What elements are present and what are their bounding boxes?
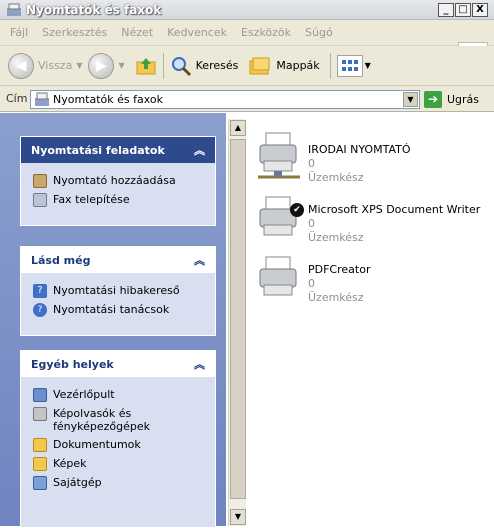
go-arrow-icon[interactable]: ➔ xyxy=(424,91,442,108)
task-pane: Nyomtatási feladatok ︽ Nyomtató hozzáadá… xyxy=(0,113,226,528)
fax-icon xyxy=(33,193,47,207)
go-button-label[interactable]: Ugrás xyxy=(447,93,479,106)
printer-list: IRODAI NYOMTATÓ 0 Üzemkész ✔ Microsoft X… xyxy=(248,113,494,526)
folders-icon[interactable] xyxy=(248,55,272,77)
up-folder-icon[interactable] xyxy=(135,55,157,77)
install-fax-link[interactable]: Fax telepítése xyxy=(33,193,205,207)
printer-status: Üzemkész xyxy=(308,171,364,184)
printer-icon xyxy=(256,251,302,301)
print-tips-link[interactable]: ? Nyomtatási tanácsok xyxy=(33,303,205,317)
printer-item[interactable]: ✔ Microsoft XPS Document Writer 0 Üzemké… xyxy=(256,191,494,251)
camera-icon xyxy=(33,407,47,421)
back-arrow-icon[interactable]: ◀ xyxy=(8,52,34,79)
forward-arrow-icon[interactable]: ▶ xyxy=(88,52,115,79)
other-places-header[interactable]: Egyéb helyek ︽ xyxy=(21,351,215,377)
maximize-button[interactable]: □ xyxy=(455,3,471,17)
printer-status: Üzemkész xyxy=(308,231,364,244)
menu-edit[interactable]: Szerkesztés xyxy=(42,26,107,39)
printer-job-count: 0 xyxy=(308,157,315,170)
print-troubleshooter-link[interactable]: ? Nyomtatási hibakereső xyxy=(33,284,205,298)
address-field[interactable]: Nyomtatók és faxok ▼ xyxy=(30,90,420,109)
see-also-panel: Lásd még ︽ ? Nyomtatási hibakereső ? Nyo… xyxy=(20,246,216,336)
printer-item[interactable]: PDFCreator 0 Üzemkész xyxy=(256,251,494,311)
see-also-title: Lásd még xyxy=(31,253,91,267)
scanners-cameras-label: Képolvasók és fényképezőgépek xyxy=(53,407,150,433)
control-panel-icon xyxy=(33,388,47,402)
pictures-link[interactable]: Képek xyxy=(33,457,205,471)
address-bar: Cím Nyomtatók és faxok ▼ ➔ Ugrás xyxy=(0,86,494,112)
print-troubleshooter-label: Nyomtatási hibakereső xyxy=(53,284,180,297)
menu-bar: Fájl Szerkesztés Nézet Kedvencek Eszközö… xyxy=(0,20,494,64)
add-printer-label: Nyomtató hozzáadása xyxy=(53,174,176,187)
printer-tasks-panel: Nyomtatási feladatok ︽ Nyomtató hozzáadá… xyxy=(20,136,216,226)
printer-job-count: 0 xyxy=(308,277,315,290)
install-fax-label: Fax telepítése xyxy=(53,193,130,206)
pictures-label: Képek xyxy=(53,457,87,470)
documents-link[interactable]: Dokumentumok xyxy=(33,438,205,452)
menu-favorites[interactable]: Kedvencek xyxy=(167,26,227,39)
scroll-down-icon[interactable]: ▼ xyxy=(230,509,246,525)
menu-help[interactable]: Súgó xyxy=(305,26,333,39)
network-printer-icon xyxy=(256,131,302,181)
menu-tools[interactable]: Eszközök xyxy=(241,26,291,39)
search-icon[interactable] xyxy=(170,55,192,77)
toolbar: ◀ Vissza ▼ ▶ ▼ Keresés Mappák ▼ xyxy=(0,46,494,86)
printer-folder-icon xyxy=(34,92,50,107)
views-icon[interactable] xyxy=(336,54,363,77)
title-bar: Nyomtatók és faxok _ □ X xyxy=(0,0,494,20)
printer-name: IRODAI NYOMTATÓ xyxy=(308,143,411,156)
printer-name: PDFCreator xyxy=(308,263,371,276)
forward-dropdown-icon[interactable]: ▼ xyxy=(118,61,124,70)
collapse-chevron-icon[interactable]: ︽ xyxy=(194,356,205,372)
see-also-header[interactable]: Lásd még ︽ xyxy=(21,247,215,273)
scanners-cameras-link[interactable]: Képolvasók és fényképezőgépek xyxy=(33,407,205,433)
printer-item[interactable]: IRODAI NYOMTATÓ 0 Üzemkész xyxy=(256,131,494,191)
menu-view[interactable]: Nézet xyxy=(121,26,153,39)
printer-tasks-header[interactable]: Nyomtatási feladatok ︽ xyxy=(21,137,215,163)
documents-label: Dokumentumok xyxy=(53,438,141,451)
documents-folder-icon xyxy=(33,438,47,452)
computer-icon xyxy=(33,476,47,490)
print-tips-label: Nyomtatási tanácsok xyxy=(53,303,170,316)
close-button[interactable]: X xyxy=(472,3,488,17)
default-printer-check-icon: ✔ xyxy=(290,203,304,217)
address-value: Nyomtatók és faxok xyxy=(53,93,164,106)
add-printer-icon xyxy=(33,174,47,188)
control-panel-label: Vezérlőpult xyxy=(53,388,115,401)
views-dropdown-icon[interactable]: ▼ xyxy=(365,61,371,70)
printer-status: Üzemkész xyxy=(308,291,364,304)
printer-name: Microsoft XPS Document Writer xyxy=(308,203,481,216)
back-button-label[interactable]: Vissza xyxy=(38,59,72,72)
search-button-label[interactable]: Keresés xyxy=(196,59,239,72)
folders-button-label[interactable]: Mappák xyxy=(276,59,319,72)
address-label: Cím xyxy=(6,92,28,105)
control-panel-link[interactable]: Vezérlőpult xyxy=(33,388,205,402)
printer-tasks-title: Nyomtatási feladatok xyxy=(31,143,165,157)
menu-file[interactable]: Fájl xyxy=(10,26,28,39)
scroll-up-icon[interactable]: ▲ xyxy=(230,120,246,136)
printer-folder-icon xyxy=(6,3,22,17)
collapse-chevron-icon[interactable]: ︽ xyxy=(194,142,205,158)
window-title: Nyomtatók és faxok xyxy=(26,2,162,17)
other-places-title: Egyéb helyek xyxy=(31,357,114,371)
printer-job-count: 0 xyxy=(308,217,315,230)
my-computer-label: Sajátgép xyxy=(53,476,102,489)
task-pane-scrollbar[interactable]: ▲ ▼ xyxy=(228,119,246,526)
info-icon: ? xyxy=(33,303,47,317)
scrollbar-thumb[interactable] xyxy=(230,139,246,499)
add-printer-link[interactable]: Nyomtató hozzáadása xyxy=(33,174,205,188)
other-places-panel: Egyéb helyek ︽ Vezérlőpult Képolvasók és… xyxy=(20,350,216,528)
help-icon: ? xyxy=(33,284,47,298)
back-dropdown-icon[interactable]: ▼ xyxy=(76,61,82,70)
address-dropdown-icon[interactable]: ▼ xyxy=(403,92,418,107)
minimize-button[interactable]: _ xyxy=(438,3,454,17)
my-computer-link[interactable]: Sajátgép xyxy=(33,476,205,490)
pictures-folder-icon xyxy=(33,457,47,471)
collapse-chevron-icon[interactable]: ︽ xyxy=(194,252,205,268)
